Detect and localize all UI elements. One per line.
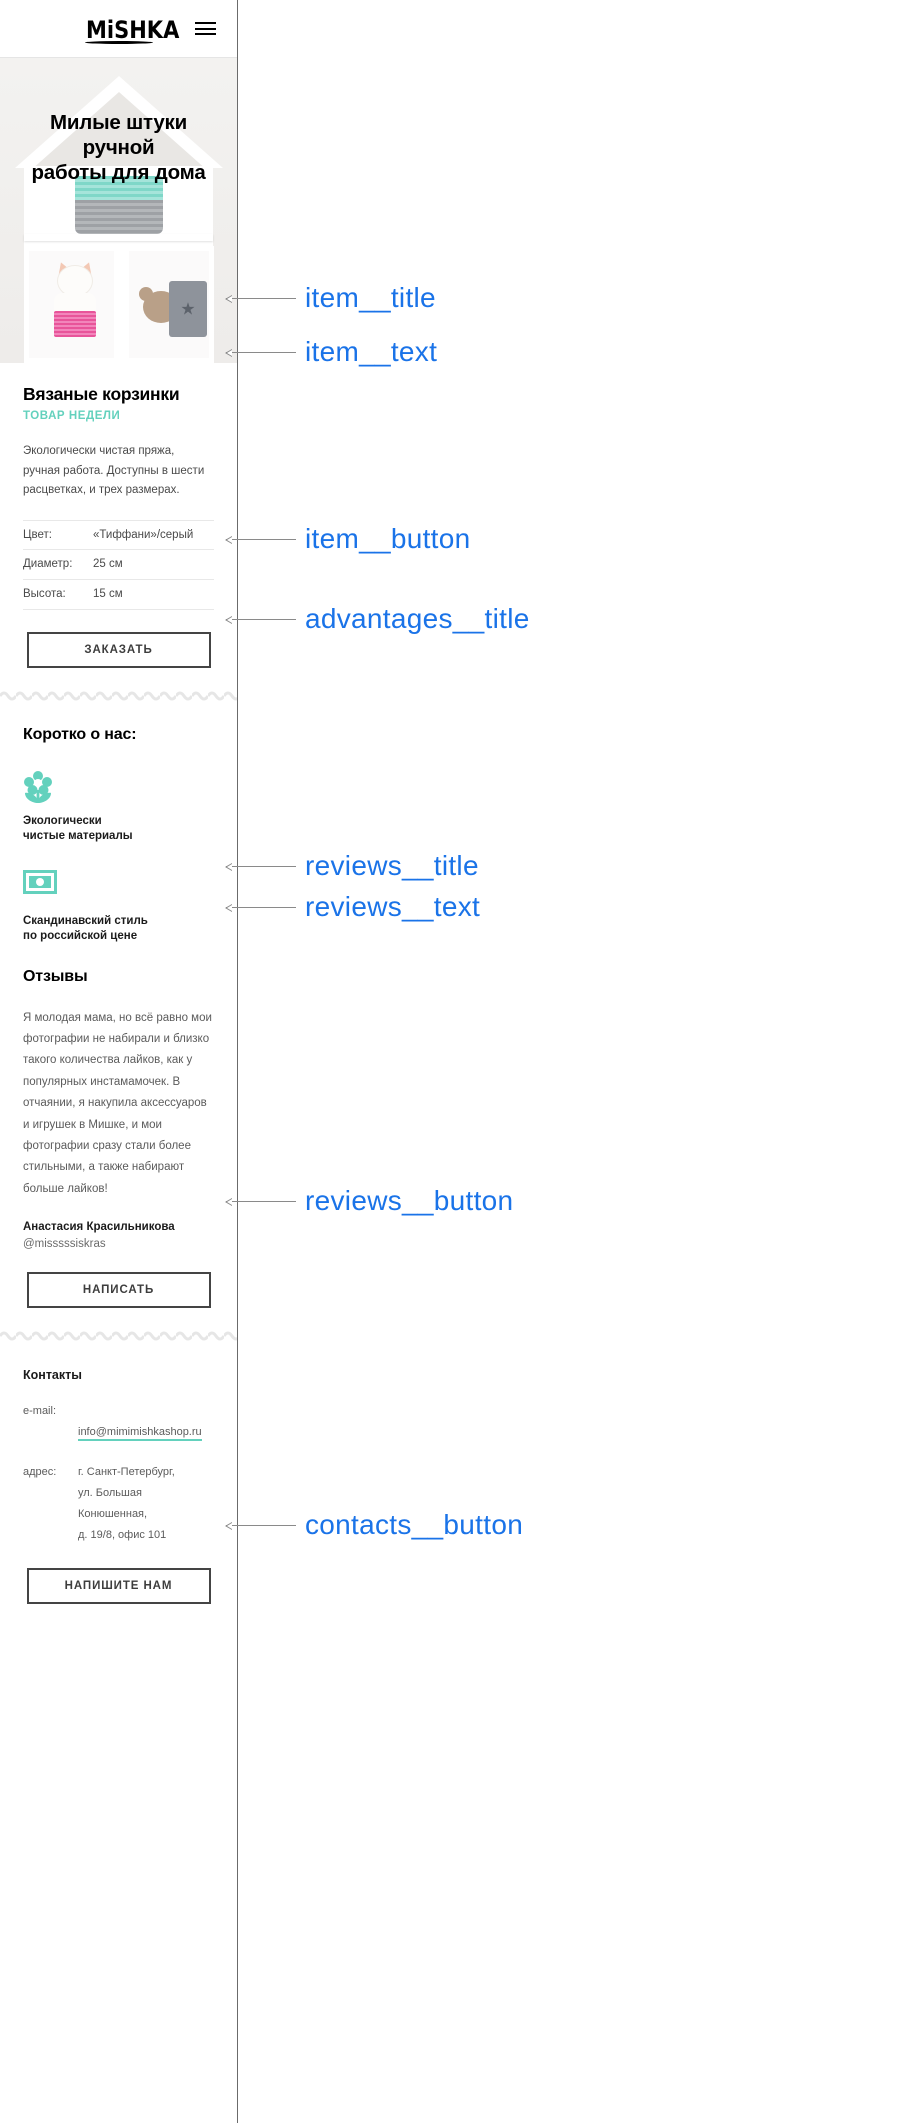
item-features-table: Цвет: «Тиффани»/серый Диаметр: 25 см Выс… — [23, 519, 214, 610]
banknote-icon — [23, 869, 214, 904]
review-handle: @misssssiskras — [23, 1238, 106, 1251]
table-row: Цвет: «Тиффани»/серый — [23, 519, 214, 550]
contacts-section: Контакты e-mail: info@mimimishkashop.ru … — [0, 1368, 237, 1605]
advantage-text: Экологически чистые материалы — [23, 814, 133, 842]
star-icon: ★ — [180, 299, 196, 319]
contact-address-value: г. Санкт-Петербург, ул. Большая Конюшенн… — [78, 1466, 175, 1542]
logo-underline — [85, 41, 153, 44]
email-link[interactable]: info@mimimishkashop.ru — [78, 1426, 202, 1442]
annotation-reviews-title: reviews__title — [305, 850, 479, 881]
reviews-text: Я молодая мама, но всё равно мои фотогра… — [23, 1011, 212, 1195]
contact-key: адрес: — [23, 1466, 57, 1479]
table-row: Высота: 15 см — [23, 580, 214, 610]
star-pillow-photo: ★ — [169, 281, 207, 337]
hero-title: Милые штуки ручной работы для дома — [31, 111, 206, 184]
hamburger-menu-icon[interactable] — [195, 22, 216, 35]
leader-line — [225, 1521, 296, 1530]
annotation-item-title: item__title — [305, 282, 436, 313]
hero-photo: ★ — [0, 58, 237, 363]
annotation-item-button: item__button — [305, 523, 471, 554]
annotation-reviews-button: reviews__button — [305, 1185, 514, 1216]
leader-line — [225, 294, 296, 303]
site-logo[interactable]: MiSHKA — [86, 16, 179, 44]
annotation-contacts-button: contacts__button — [305, 1509, 524, 1540]
contact-row-address: адрес: г. Санкт-Петербург, ул. Большая К… — [23, 1462, 214, 1546]
item-label: ТОВАР НЕДЕЛИ — [23, 410, 121, 422]
contacts-write-button[interactable]: НАПИШИТЕ НАМ — [26, 1568, 211, 1605]
wave-divider — [0, 689, 237, 702]
review-author: Анастасия Красильникова — [23, 1221, 175, 1234]
item-title: Вязаные корзинки — [23, 384, 180, 404]
advantage-text: Скандинавский стиль по российской цене — [23, 914, 148, 942]
leader-line — [225, 903, 296, 912]
reviews-write-button[interactable]: НАПИСАТЬ — [26, 1272, 211, 1309]
contacts-title: Контакты — [23, 1368, 82, 1383]
leader-line — [225, 1197, 296, 1206]
leader-line — [225, 535, 296, 544]
feature-key: Диаметр: — [23, 558, 73, 570]
cat-toy-photo — [51, 259, 99, 351]
feature-value: «Тиффани»/серый — [93, 528, 194, 541]
site-header: MiSHKA — [0, 0, 237, 58]
advantages-section: Коротко о нас: Экологически чистые матер… — [0, 726, 237, 944]
mobile-mockup: MiSHKA ★ Милые штуки ручной работы для д… — [0, 0, 238, 2123]
contact-key: e-mail: — [23, 1405, 57, 1418]
advantages-title: Коротко о нас: — [23, 725, 137, 743]
shelf-cell-left — [24, 246, 119, 363]
feature-key: Цвет: — [23, 528, 52, 541]
feature-key: Высота: — [23, 588, 66, 600]
feature-value: 15 см — [93, 588, 123, 600]
item-section: Вязаные корзинки ТОВАР НЕДЕЛИ Экологичес… — [0, 383, 237, 668]
feature-value: 25 см — [93, 558, 123, 570]
annotation-reviews-text: reviews__text — [305, 891, 481, 922]
shelf-divider — [24, 234, 213, 241]
leader-line — [225, 615, 296, 624]
flower-icon — [23, 770, 214, 804]
item-text: Экологически чистая пряжа, ручная работа… — [23, 445, 205, 496]
reviews-title: Отзывы — [23, 967, 88, 985]
item-order-button[interactable]: ЗАКАЗАТЬ — [26, 631, 211, 668]
contact-row-email: e-mail: info@mimimishkashop.ru — [23, 1401, 214, 1443]
advantage-item-eco: Экологически чистые материалы — [23, 770, 214, 844]
wave-divider — [0, 1330, 237, 1343]
annotation-item-text: item__text — [305, 336, 438, 367]
leader-line — [225, 348, 296, 357]
shelf-cell-right: ★ — [124, 246, 214, 363]
annotation-advantages-title: advantages__title — [305, 603, 530, 634]
advantage-item-price: Скандинавский стиль по российской цене — [23, 869, 214, 944]
table-row: Диаметр: 25 см — [23, 550, 214, 580]
leader-line — [225, 862, 296, 871]
reviews-section: Отзывы Я молодая мама, но всё равно мои … — [0, 968, 237, 1309]
hero-banner: ★ Милые штуки ручной работы для дома — [0, 58, 237, 363]
page-root: MiSHKA ★ Милые штуки ручной работы для д… — [0, 0, 900, 2123]
